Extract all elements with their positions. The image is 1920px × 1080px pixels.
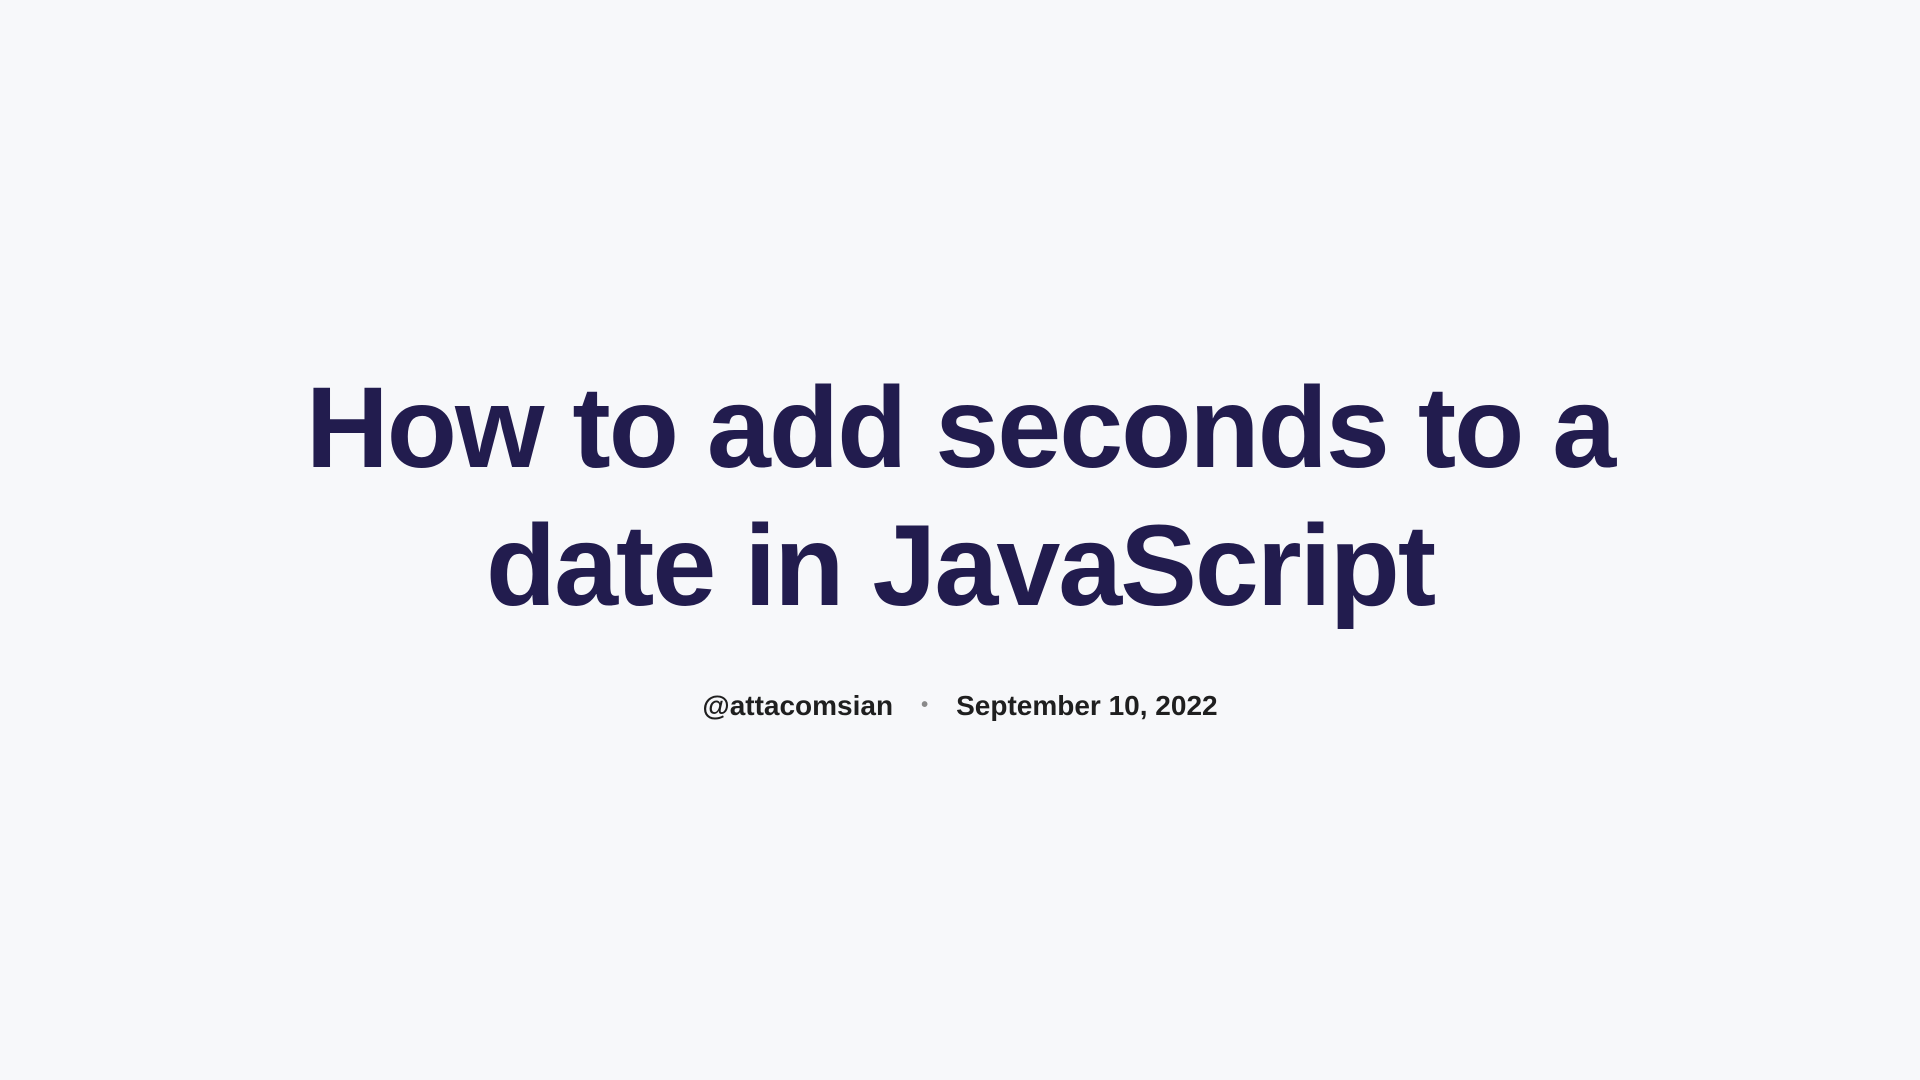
article-meta: @attacomsian • September 10, 2022	[260, 690, 1660, 722]
publish-date: September 10, 2022	[956, 690, 1218, 722]
meta-separator: •	[921, 694, 928, 717]
article-header: How to add seconds to a date in JavaScri…	[260, 359, 1660, 722]
author-handle: @attacomsian	[702, 690, 893, 722]
article-title: How to add seconds to a date in JavaScri…	[260, 359, 1660, 635]
